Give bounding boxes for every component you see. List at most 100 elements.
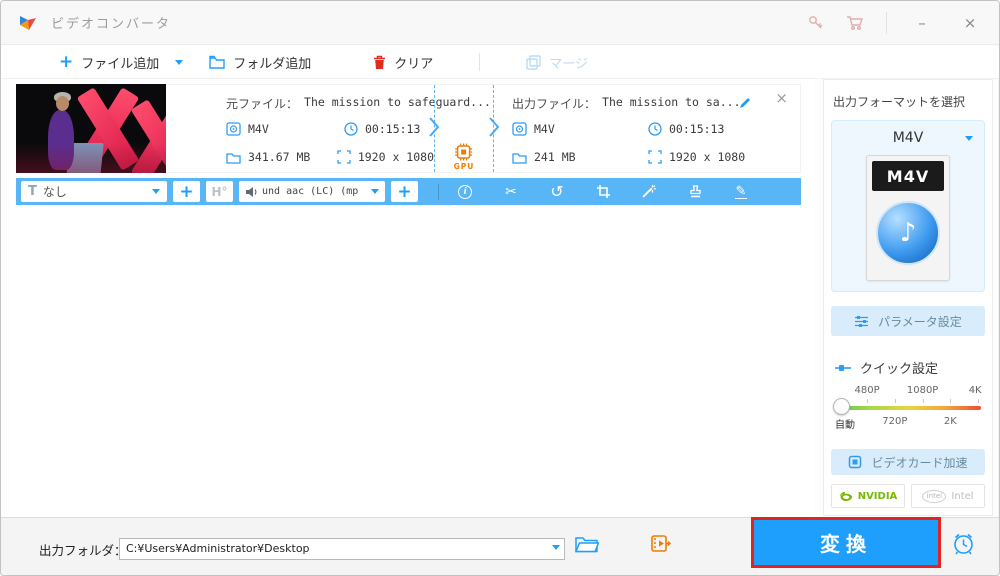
output-resolution: 1920 x 1080 [669,150,746,164]
subtitle-dropdown[interactable]: T なし [21,181,167,202]
source-duration: 00:15:13 [365,122,421,136]
merge-icon [526,54,541,70]
sliders-icon [855,315,869,327]
output-format-selector[interactable]: M4V M4V ♪ [831,120,985,292]
output-file-label: 出力ファイル： [512,97,597,111]
edit-tools-bar: T なし + H° und aac (LC) (mp + i ✂ ↺ ✎ [16,178,801,205]
output-path-input[interactable] [119,537,565,560]
open-output-video-button[interactable] [651,535,672,556]
rename-pencil-icon[interactable] [738,95,752,114]
source-resolution: 1920 x 1080 [357,150,434,164]
slider-label-4k: 4K [968,385,982,396]
nvidia-button[interactable]: NVIDIA [831,484,905,508]
add-folder-button[interactable]: フォルダ追加 [209,53,311,72]
resolution-slider: 480P 1080P 4K 自動 720P 2K [833,385,982,433]
video-file-icon [512,122,527,136]
title-bar: ビデオコンバータ – × [1,1,999,45]
rotate-icon: ↺ [550,182,564,201]
resolution-frame-icon [648,150,662,164]
source-format: M4V [248,122,269,136]
plus-icon: + [397,181,412,202]
rotate-button[interactable]: ↺ [537,182,577,201]
file-size-folder-icon [512,152,527,164]
main-toolbar: + ファイル追加 フォルダ追加 クリア マージ [1,46,999,79]
minimize-button[interactable]: – [909,14,935,32]
chevron-down-icon [152,189,160,194]
merge-button[interactable]: マージ [526,53,588,72]
register-key-icon[interactable] [807,14,824,31]
app-window: ビデオコンバータ – × + ファイル追加 フォルダ追加 クリア マージ 元ファ… [0,0,1000,576]
quick-settings-label: クイック設定 [860,362,939,377]
store-cart-icon[interactable] [846,15,864,31]
file-item-row: 元ファイル： The mission to safeguard... M4V 0… [16,84,801,173]
slider-tick [894,399,896,403]
trim-button[interactable]: ✂ [491,184,531,200]
intel-button[interactable]: intel Intel [911,484,985,508]
trash-icon [374,55,386,69]
nvidia-logo-icon [839,491,853,501]
quick-settings-header: クイック設定 [835,358,992,377]
mini-slider-icon [835,364,851,371]
plus-icon: + [59,51,74,72]
video-file-icon [226,122,241,136]
audio-track-value: und aac (LC) (mp [262,186,359,197]
format-section-title: 出力フォーマットを選択 [833,95,966,109]
close-button[interactable]: × [957,14,983,32]
add-file-dropdown-caret-icon[interactable] [175,59,184,65]
gpu-chip-icon [455,143,473,161]
source-size: 341.67 MB [248,150,311,164]
speaker-icon [246,186,257,197]
hardsub-button[interactable]: H° [206,181,233,202]
slider-tick [950,399,952,403]
file-list-area: 元ファイル： The mission to safeguard... M4V 0… [9,79,815,519]
slider-label-1080p: 1080P [906,385,939,396]
subtitle-edit-button[interactable]: ✎ [721,185,761,199]
add-file-button[interactable]: + ファイル追加 [59,53,159,72]
path-dropdown-caret-icon[interactable] [552,545,560,550]
parameter-settings-button[interactable]: パラメータ設定 [831,306,985,336]
file-size-folder-icon [226,152,241,164]
chevron-down-icon [965,136,973,141]
audio-track-dropdown[interactable]: und aac (LC) (mp [239,181,385,202]
effects-button[interactable] [629,184,669,199]
hardsub-label: H° [211,184,228,199]
stamp-icon [689,185,701,198]
browse-folder-button[interactable] [574,534,600,557]
gpu-acceleration-label: ビデオカード加速 [871,455,968,470]
video-thumbnail [16,84,166,173]
slider-tick [867,399,869,403]
text-tool-icon: T [28,184,37,199]
crop-button[interactable] [583,184,623,199]
slider-label-480p: 480P [854,385,880,396]
source-file-label: 元ファイル： [226,97,299,111]
format-icon-label: M4V [872,161,944,191]
app-title: ビデオコンバータ [51,17,172,32]
add-folder-label: フォルダ追加 [233,56,312,72]
media-info-button[interactable]: i [445,184,485,199]
gpu-acceleration-button[interactable]: ビデオカード加速 [831,449,985,475]
folder-add-icon [209,55,225,69]
slider-label-720p: 720P [882,416,908,427]
convert-button[interactable]: 変換 [754,520,938,565]
output-format: M4V [534,122,555,136]
add-audio-button[interactable]: + [391,181,418,202]
schedule-alarm-button[interactable] [951,531,976,560]
output-path-field-wrap [119,537,565,560]
edit-bar-divider [438,183,439,200]
slider-label-auto: 自動 [835,420,855,431]
watermark-button[interactable] [675,184,715,199]
chevron-right-icon [427,116,441,142]
toolbar-divider [479,53,481,71]
file-info-card: 元ファイル： The mission to safeguard... M4V 0… [166,84,801,173]
output-file-name: The mission to sa... [602,95,741,109]
titlebar-divider [886,11,887,34]
add-subtitle-button[interactable]: + [173,181,200,202]
source-file-info: 元ファイル： The mission to safeguard... M4V 0… [166,85,491,172]
crop-icon [596,185,610,198]
slider-track[interactable] [835,406,981,410]
conversion-transfer-zone: GPU [429,85,500,172]
clear-button[interactable]: クリア [373,53,433,72]
remove-file-icon[interactable]: × [775,89,788,107]
selected-format-name: M4V [892,130,924,146]
slider-handle[interactable] [833,398,850,415]
